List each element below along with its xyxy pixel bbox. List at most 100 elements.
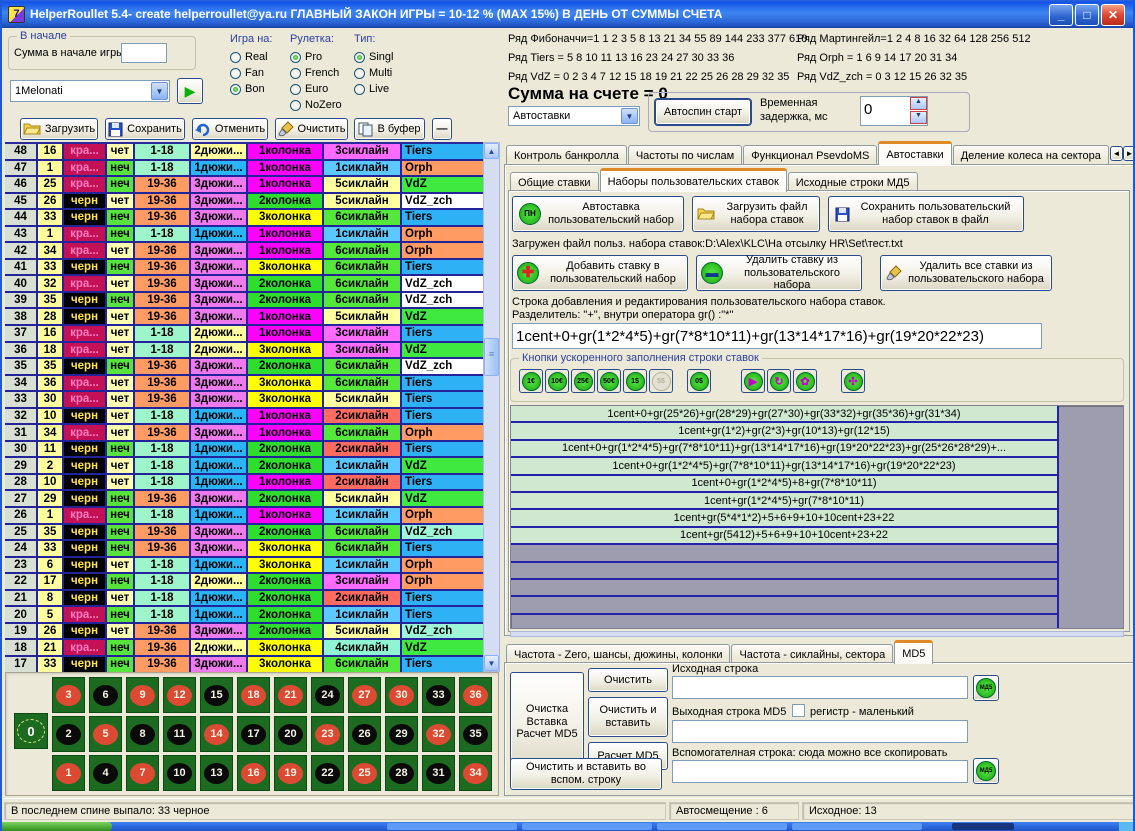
repeat-chip-button[interactable]: ↻ <box>767 369 791 393</box>
bet-string-input[interactable] <box>512 323 1042 349</box>
chip-1eur-button[interactable]: 1€ <box>519 369 543 393</box>
md5-clear-button[interactable]: Очистить <box>588 668 668 692</box>
maximize-button[interactable]: □ <box>1075 4 1099 26</box>
play-chip-button[interactable]: ▶ <box>741 369 765 393</box>
spin-row[interactable]: 3935черннеч19-363дюжи...2колонка6сиклайн… <box>5 293 483 310</box>
spin-row[interactable]: 3716кра...чет1-182дюжи...1колонка3сиклай… <box>5 326 483 343</box>
board-cell-12[interactable]: 12 <box>163 677 196 713</box>
spin-row[interactable]: 4433черннеч19-363дюжи...3колонка6сиклайн… <box>5 210 483 227</box>
preset-combo[interactable]: 1Melonati ▼ <box>10 80 170 102</box>
title-bar[interactable]: 7 HelperRoullet 5.4- create helperroulle… <box>2 0 1133 28</box>
spin-row[interactable]: 4816кра...чет1-182дюжи...1колонка3сиклай… <box>5 144 483 161</box>
tab-деление-колеса-на-сектора[interactable]: Деление колеса на сектора <box>953 145 1109 165</box>
bet-list-empty-row[interactable] <box>511 563 1057 580</box>
bet-list-empty-row[interactable] <box>511 545 1057 562</box>
board-cell-14[interactable]: 14 <box>200 716 233 752</box>
tab-частоты-по-числам[interactable]: Частоты по числам <box>628 145 742 165</box>
spin-row[interactable]: 2729черннеч19-363дюжи...2колонка5сиклайн… <box>5 491 483 508</box>
md5-clear-paste-aux-button[interactable]: Очистить и вставить во вспом. строку <box>510 758 662 790</box>
spin-row[interactable]: 3828чернчет19-363дюжи...1колонка5сиклайн… <box>5 309 483 326</box>
spin-row[interactable]: 4625кра...неч19-363дюжи...1колонка5сикла… <box>5 177 483 194</box>
minimize-button[interactable]: _ <box>1049 4 1073 26</box>
chip-10eur-button[interactable]: 10€ <box>545 369 569 393</box>
spin-row[interactable]: 2433черннеч19-363дюжи...3колонка6сиклайн… <box>5 541 483 558</box>
taskbar[interactable] <box>2 822 1133 831</box>
system-tray[interactable] <box>1119 822 1133 831</box>
board-cell-7[interactable]: 7 <box>126 755 159 791</box>
scroll-up-icon[interactable]: ▲ <box>484 143 499 159</box>
board-cell-31[interactable]: 31 <box>422 755 455 791</box>
chevron-down-icon[interactable]: ▼ <box>151 82 168 100</box>
spin-row[interactable]: 1926чернчет19-363дюжи...2колонка5сиклайн… <box>5 624 483 641</box>
md5-clear-and-paste-button[interactable]: Очистить и вставить <box>588 697 668 737</box>
board-cell-11[interactable]: 11 <box>163 716 196 752</box>
spin-row[interactable]: 3330кра...чет19-363дюжи...3колонка5сикла… <box>5 392 483 409</box>
board-cell-30[interactable]: 30 <box>385 677 418 713</box>
spins-table[interactable]: 4816кра...чет1-182дюжи...1колонка3сиклай… <box>5 142 483 672</box>
delete-all-bets-button[interactable]: Удалить все ставки из пользовательского … <box>880 255 1052 291</box>
board-cell-23[interactable]: 23 <box>311 716 344 752</box>
chip-50eur-button[interactable]: 50€ <box>597 369 621 393</box>
board-cell-35[interactable]: 35 <box>459 716 492 752</box>
md5-aux-icon-button[interactable]: МД5 <box>973 758 999 784</box>
bet-list-row[interactable]: 1cent+0+gr(1*2*4*5)+8+gr(7*8*10*11) <box>511 476 1057 493</box>
scroll-thumb[interactable] <box>484 338 499 376</box>
в буфер-button[interactable]: В буфер <box>354 118 425 140</box>
spin-row[interactable]: 431кра...неч1-181дюжи...1колонка1сиклайн… <box>5 227 483 244</box>
load-set-file-button[interactable]: Загрузить файл набора ставок <box>692 196 820 232</box>
spin-row[interactable]: 218чернчет1-181дюжи...2колонка2сиклайнTi… <box>5 591 483 608</box>
board-cell-19[interactable]: 19 <box>274 755 307 791</box>
board-cell-0[interactable]: 0 <box>14 713 48 749</box>
collapse-button[interactable]: — <box>432 118 452 140</box>
tab-автоставки[interactable]: Автоставки <box>878 141 951 165</box>
board-cell-32[interactable]: 32 <box>422 716 455 752</box>
delete-bet-button[interactable]: ▬ Удалить ставку из пользовательского на… <box>696 255 862 291</box>
spin-row[interactable]: 3618кра...чет1-182дюжи...3колонка3сиклай… <box>5 343 483 360</box>
spin-row[interactable]: 2535черннеч19-363дюжи...2колонка6сиклайн… <box>5 525 483 542</box>
сохранить-button[interactable]: Сохранить <box>105 118 185 140</box>
sector-chip-button[interactable]: ✿ <box>793 369 817 393</box>
md5-clear-paste-calc-button[interactable]: Очистка Вставка Расчет MD5 <box>510 672 584 772</box>
radio-multi[interactable]: Multi <box>354 65 393 81</box>
radio-pro[interactable]: Pro <box>290 49 342 65</box>
board-cell-1[interactable]: 1 <box>52 755 85 791</box>
spin-row[interactable]: 1821кра...неч19-362дюжи...3колонка4сикла… <box>5 640 483 657</box>
user-bets-list[interactable]: 1cent+0+gr(25*26)+gr(28*29)+gr(27*30)+gr… <box>510 405 1124 629</box>
chip-1usd-button[interactable]: 1$ <box>623 369 647 393</box>
board-cell-22[interactable]: 22 <box>311 755 344 791</box>
spin-row[interactable]: 3210чернчет1-181дюжи...1колонка2сиклайнT… <box>5 409 483 426</box>
board-cell-33[interactable]: 33 <box>422 677 455 713</box>
radio-fan[interactable]: Fan <box>230 65 272 81</box>
btab-частота-сиклайны-сектора[interactable]: Частота - сиклайны, сектора <box>731 644 893 664</box>
subtab-общие-ставки[interactable]: Общие ставки <box>510 172 599 192</box>
spin-row[interactable]: 471кра...неч1-181дюжи...1колонка1сиклайн… <box>5 161 483 178</box>
radio-singl[interactable]: Singl <box>354 49 393 65</box>
autobet-user-set-button[interactable]: ПН Автоставка пользовательский набор <box>512 196 684 232</box>
scroll-down-icon[interactable]: ▼ <box>484 655 499 671</box>
bet-list-row[interactable]: 1cent+gr(5*4*1*2)+5+6+9+10+10cent+23+22 <box>511 510 1057 527</box>
start-button[interactable] <box>2 822 112 831</box>
chip-5usd-button[interactable]: 5$ <box>649 369 673 393</box>
tabs-scroll-right-icon[interactable]: ► <box>1123 146 1135 161</box>
bet-list-row[interactable]: 1cent+0+gr(25*26)+gr(28*29)+gr(27*30)+gr… <box>511 406 1057 423</box>
start-sum-input[interactable] <box>121 43 167 63</box>
board-cell-34[interactable]: 34 <box>459 755 492 791</box>
board-cell-20[interactable]: 20 <box>274 716 307 752</box>
tab-контроль-банкролла[interactable]: Контроль банкролла <box>506 145 627 165</box>
spin-row[interactable]: 3436кра...чет19-363дюжи...3колонка6сикла… <box>5 376 483 393</box>
board-cell-26[interactable]: 26 <box>348 716 381 752</box>
bet-list-row[interactable]: 1cent+0+gr(1*2*4*5)+gr(7*8*10*11)+gr(13*… <box>511 441 1057 458</box>
mode-combo[interactable]: Автоставки ▼ <box>508 106 640 126</box>
spin-row[interactable]: 4234кра...чет19-363дюжи...1колонка6сикла… <box>5 243 483 260</box>
radio-euro[interactable]: Euro <box>290 81 342 97</box>
board-cell-27[interactable]: 27 <box>348 677 381 713</box>
radio-nozero[interactable]: NoZero <box>290 97 342 113</box>
board-cell-28[interactable]: 28 <box>385 755 418 791</box>
spin-row[interactable]: 4526чернчет19-363дюжи...2колонка5сиклайн… <box>5 194 483 211</box>
autospin-start-button[interactable]: Автоспин старт <box>655 99 751 125</box>
taskbar-item[interactable] <box>792 823 922 830</box>
close-button[interactable]: ✕ <box>1101 4 1125 26</box>
spinner-down-icon[interactable]: ▼ <box>910 111 927 124</box>
md5-calc-icon-button[interactable]: МД5 <box>973 675 999 701</box>
board-cell-10[interactable]: 10 <box>163 755 196 791</box>
